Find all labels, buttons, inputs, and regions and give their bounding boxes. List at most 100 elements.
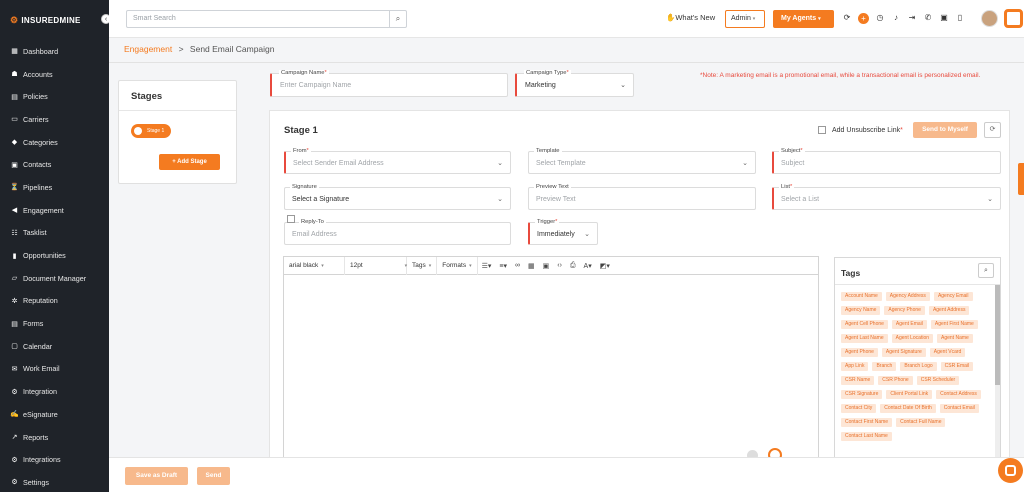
campaign-type-select[interactable]: Campaign Type* Marketing ⌄	[515, 70, 634, 97]
sidebar-item-integrations[interactable]: ⚙ Integrations	[0, 448, 109, 471]
tag-chip[interactable]: CSR Signature	[841, 390, 883, 399]
add-icon[interactable]: +	[858, 12, 869, 24]
tag-chip[interactable]: Agent Location	[891, 334, 933, 343]
signature-select[interactable]: Signature Select a Signature ⌄	[284, 184, 511, 210]
device-icon[interactable]: ▯	[955, 12, 965, 24]
print-icon[interactable]: ⎙	[566, 262, 580, 270]
reply-to-input[interactable]: Reply-To Email Address	[284, 219, 511, 245]
tag-chip[interactable]: CSR Scheduler	[916, 376, 960, 385]
sidebar-item-settings[interactable]: ⚙ Settings	[0, 471, 109, 492]
sidebar-item-policies[interactable]: ▤ Policies	[0, 85, 109, 108]
sync-icon[interactable]: ⟳	[842, 12, 852, 24]
add-stage-button[interactable]: + Add Stage	[159, 154, 220, 170]
sidebar-item-reputation[interactable]: ✲ Reputation	[0, 290, 109, 313]
sidebar-item-reports[interactable]: ↗ Reports	[0, 426, 109, 449]
tag-chip[interactable]: Branch Logo	[900, 362, 937, 371]
quick-access-icon[interactable]	[1004, 9, 1023, 28]
sidebar-item-tasklist[interactable]: ☷ Tasklist	[0, 222, 109, 245]
tag-chip[interactable]: Contact Email	[939, 404, 979, 413]
tag-chip[interactable]: App Link	[841, 362, 869, 371]
tag-chip[interactable]: Agent Phone	[841, 348, 878, 357]
reply-to-checkbox[interactable]	[287, 215, 295, 223]
send-button[interactable]: Send	[197, 467, 230, 485]
image-icon[interactable]: ▦	[524, 262, 539, 270]
checkbox-box[interactable]	[818, 126, 826, 134]
chip-icon[interactable]: ▣	[939, 12, 949, 24]
trigger-select[interactable]: Trigger* Immediately ⌄	[528, 219, 598, 245]
tag-chip[interactable]: Agent Address	[928, 306, 970, 315]
search-icon[interactable]: ⌕	[389, 11, 406, 27]
sidebar-item-dashboard[interactable]: ▦ Dashboard	[0, 40, 109, 63]
avatar[interactable]	[981, 10, 998, 27]
my-agents-button[interactable]: My Agents ▾	[773, 10, 834, 28]
code-icon[interactable]: ‹›	[553, 262, 566, 269]
numbered-list-icon[interactable]: ≡▾	[495, 262, 511, 270]
sidebar-item-contacts[interactable]: ▣ Contacts	[0, 153, 109, 176]
stage-1-pill[interactable]: Stage 1	[131, 124, 171, 138]
tags-scrollbar[interactable]	[995, 285, 1000, 459]
whats-new-link[interactable]: ✋What's New	[666, 13, 715, 22]
sidebar-item-engagement[interactable]: ◀ Engagement	[0, 199, 109, 222]
phone-icon[interactable]: ✆	[923, 12, 933, 24]
campaign-name-field[interactable]: Campaign Name* Enter Campaign Name	[270, 70, 508, 97]
font-family-select[interactable]: arial black ▾	[284, 256, 345, 275]
sidebar-item-forms[interactable]: ▤ Forms	[0, 312, 109, 335]
tag-chip[interactable]: Agent Name	[937, 334, 973, 343]
background-color-icon[interactable]: ◩▾	[596, 262, 614, 270]
tag-chip[interactable]: CSR Name	[841, 376, 875, 385]
clock-icon[interactable]: ◷	[875, 12, 885, 24]
tags-dropdown[interactable]: Tags ▾	[407, 256, 438, 275]
tag-chip[interactable]: Agency Email	[933, 292, 973, 301]
formats-dropdown[interactable]: Formats ▾	[437, 256, 478, 275]
tag-chip[interactable]: Branch	[872, 362, 897, 371]
tag-chip[interactable]: Agency Name	[841, 306, 881, 315]
save-as-draft-button[interactable]: Save as Draft	[125, 467, 188, 485]
template-select[interactable]: Template Select Template ⌄	[528, 148, 756, 174]
brand-logo[interactable]: ⚙ INSUREDMINE	[0, 0, 109, 40]
tag-chip[interactable]: Agent First Name	[930, 320, 978, 329]
tag-chip[interactable]: Agency Address	[885, 292, 930, 301]
subject-input[interactable]: Subject* Subject	[772, 148, 1001, 174]
email-body-editor[interactable]: arial black ▾ 12pt ▾ Tags ▾ Formats ▾ ☰▾ ≡▾ …	[283, 256, 819, 462]
sidebar-item-work-email[interactable]: ✉ Work Email	[0, 358, 109, 381]
tag-chip[interactable]: Contact City	[841, 404, 877, 413]
tag-chip[interactable]: Contact First Name	[841, 418, 893, 427]
tag-chip[interactable]: Contact Address	[936, 390, 981, 399]
tag-chip[interactable]: Agency Phone	[884, 306, 925, 315]
tag-chip[interactable]: CSR Phone	[878, 376, 913, 385]
sidebar-item-accounts[interactable]: ☗ Accounts	[0, 63, 109, 86]
tag-chip[interactable]: Client Portal Link	[886, 390, 933, 399]
search-icon[interactable]: ⌕	[978, 263, 994, 278]
tag-chip[interactable]: Agent Last Name	[841, 334, 888, 343]
tag-chip[interactable]: Agent Signature	[881, 348, 926, 357]
tag-chip[interactable]: Agent Cell Phone	[841, 320, 888, 329]
sidebar-item-document-manager[interactable]: ▱ Document Manager	[0, 267, 109, 290]
send-to-myself-button[interactable]: Send to Myself	[913, 122, 977, 138]
tag-chip[interactable]: Contact Full Name	[896, 418, 946, 427]
list-select[interactable]: List* Select a List ⌄	[772, 184, 1001, 210]
media-icon[interactable]: ▣	[539, 262, 554, 270]
sidebar-item-esignature[interactable]: ✍ eSignature	[0, 403, 109, 426]
unsubscribe-checkbox[interactable]: Add Unsubscribe Link *	[818, 126, 903, 134]
tag-chip[interactable]: Contact Last Name	[841, 432, 892, 441]
tag-chip[interactable]: CSR Email	[940, 362, 974, 371]
scrollbar-thumb[interactable]	[995, 285, 1000, 385]
font-size-select[interactable]: 12pt ▾	[345, 256, 407, 275]
text-color-icon[interactable]: A▾	[580, 262, 596, 270]
tag-chip[interactable]: Agent Email	[891, 320, 927, 329]
side-feedback-tab[interactable]	[1018, 163, 1024, 195]
bell-icon[interactable]: ♪	[891, 12, 901, 24]
tag-chip[interactable]: Contact Date Of Birth	[880, 404, 936, 413]
admin-dropdown[interactable]: Admin ▾	[725, 10, 765, 28]
sidebar-item-opportunities[interactable]: ▮ Opportunities	[0, 244, 109, 267]
breadcrumb-engagement[interactable]: Engagement	[124, 44, 172, 54]
search-input[interactable]: Smart Search ⌕	[126, 10, 407, 28]
sidebar-item-categories[interactable]: ◆ Categories	[0, 131, 109, 154]
sidebar-item-calendar[interactable]: ▢ Calendar	[0, 335, 109, 358]
from-select[interactable]: From* Select Sender Email Address ⌄	[284, 148, 511, 174]
sidebar-item-pipelines[interactable]: ⏳ Pipelines	[0, 176, 109, 199]
chat-widget-button[interactable]	[998, 458, 1023, 483]
tag-chip[interactable]: Agent Vcard	[929, 348, 966, 357]
sidebar-item-carriers[interactable]: ▭ Carriers	[0, 108, 109, 131]
tag-chip[interactable]: Account Name	[841, 292, 882, 301]
